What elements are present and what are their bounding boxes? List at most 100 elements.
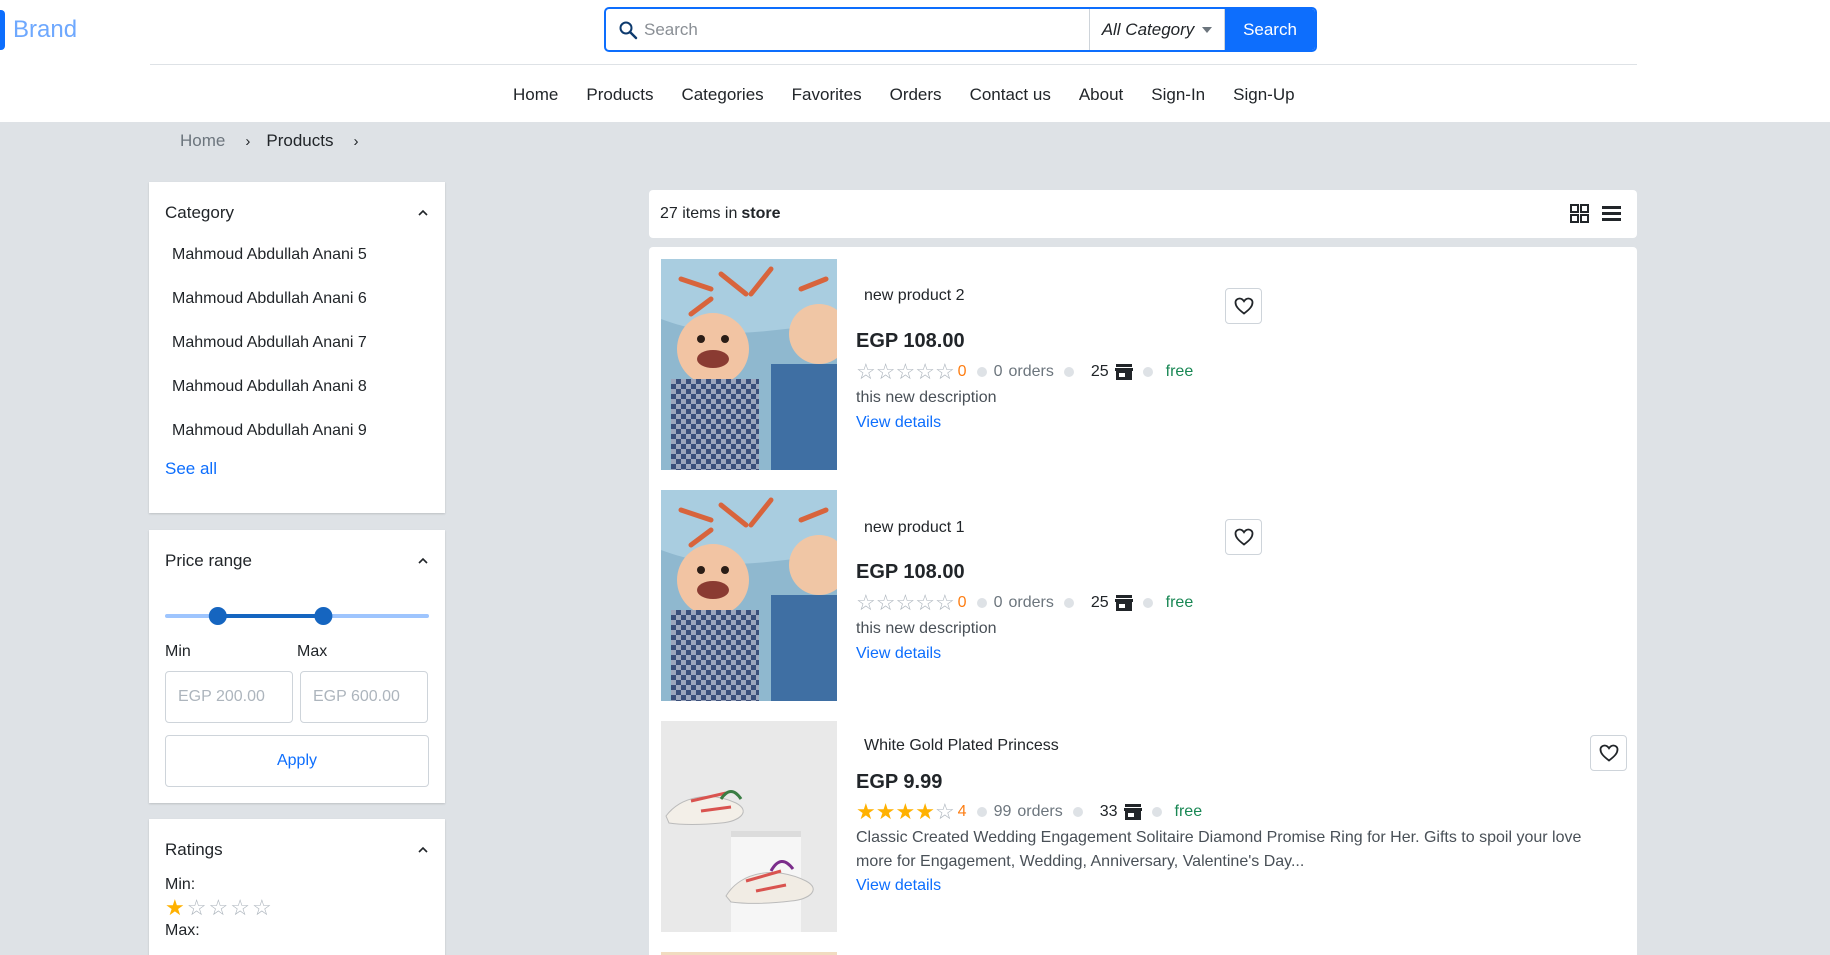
nav-sign-in[interactable]: Sign-In xyxy=(1137,81,1219,109)
list-view-icon[interactable] xyxy=(1602,204,1621,223)
rating-min-label: Min: xyxy=(165,876,196,893)
product-description: Classic Created Wedding Engagement Solit… xyxy=(856,829,1582,870)
items-count: 27 items in xyxy=(660,205,738,222)
category-item[interactable]: Mahmoud Abdullah Anani 9 xyxy=(172,420,445,464)
ratings-filter-header[interactable]: Ratings xyxy=(149,819,445,881)
separator-dot xyxy=(1142,598,1153,608)
separator-dot xyxy=(1142,367,1153,377)
category-item[interactable]: Mahmoud Abdullah Anani 5 xyxy=(172,244,445,288)
product-title[interactable]: White Gold Plated Princess xyxy=(864,737,1059,755)
orders-label: orders xyxy=(1017,803,1063,820)
rating-max-label: Max: xyxy=(165,922,200,939)
product-title[interactable]: new product 1 xyxy=(864,519,965,537)
product-image[interactable] xyxy=(661,490,837,701)
breadcrumb: Home › Products › xyxy=(180,131,374,151)
breadcrumb-home[interactable]: Home xyxy=(180,131,225,151)
product-title[interactable]: new product 2 xyxy=(864,287,965,305)
grid-view-icon[interactable] xyxy=(1570,204,1589,223)
nav-sign-up[interactable]: Sign-Up xyxy=(1219,81,1308,109)
product-image[interactable] xyxy=(661,259,837,470)
star-empty-icon: ☆ xyxy=(875,359,896,384)
star-empty-icon[interactable]: ☆ xyxy=(252,897,272,919)
stock-count: 25 xyxy=(1090,363,1109,380)
chevron-up-icon xyxy=(418,846,428,853)
see-all-link[interactable]: See all xyxy=(149,459,445,479)
star-empty-icon: ☆ xyxy=(915,590,935,615)
price-filter-title: Price range xyxy=(165,551,252,570)
ratings-filter-title: Ratings xyxy=(165,840,223,859)
store-icon xyxy=(1114,595,1133,611)
search-button[interactable]: Search xyxy=(1225,9,1315,50)
star-filled-icon: ★ xyxy=(875,799,896,824)
favorite-button[interactable] xyxy=(1225,519,1262,555)
search-icon xyxy=(619,21,638,39)
stock-count: 25 xyxy=(1090,594,1109,611)
search-input[interactable] xyxy=(644,19,1074,40)
breadcrumb-current[interactable]: Products xyxy=(266,131,333,151)
view-details-link[interactable]: View details xyxy=(856,877,941,895)
slider-thumb-max[interactable] xyxy=(314,607,333,625)
separator-dot xyxy=(1063,598,1074,608)
star-empty-icon[interactable]: ☆ xyxy=(208,897,228,919)
separator-dot xyxy=(1151,807,1162,817)
shipping-info: free xyxy=(1165,363,1194,380)
chevron-right-icon: › xyxy=(353,132,359,150)
store-icon xyxy=(1114,364,1133,380)
star-empty-icon: ☆ xyxy=(915,359,935,384)
star-filled-icon: ★ xyxy=(856,799,876,824)
star-empty-icon[interactable]: ☆ xyxy=(187,897,207,919)
nav-products[interactable]: Products xyxy=(572,81,667,109)
orders-count: 0 xyxy=(993,594,1003,611)
slider-thumb-min[interactable] xyxy=(208,607,227,625)
star-filled-icon[interactable]: ★ xyxy=(165,897,185,919)
category-filter-header[interactable]: Category xyxy=(149,182,445,244)
search-field xyxy=(606,9,1090,50)
nav-orders[interactable]: Orders xyxy=(876,81,956,109)
view-details-link[interactable]: View details xyxy=(856,645,941,663)
apply-button[interactable]: Apply xyxy=(165,735,429,787)
star-empty-icon[interactable]: ☆ xyxy=(230,897,250,919)
main-nav: Home Products Categories Favorites Order… xyxy=(499,81,1309,109)
brand-name: Brand xyxy=(13,16,78,43)
heart-icon xyxy=(1234,528,1253,546)
shipping-info: free xyxy=(1174,803,1203,820)
min-price-input[interactable] xyxy=(165,671,293,723)
view-toggle xyxy=(1570,204,1621,223)
shipping-info: free xyxy=(1165,594,1194,611)
product-meta: ☆ ☆ ☆ ☆ ☆ 0 0 orders 25 free xyxy=(856,361,1193,383)
chevron-up-icon xyxy=(418,209,428,216)
view-details-link[interactable]: View details xyxy=(856,414,941,432)
favorite-button[interactable] xyxy=(1590,735,1627,771)
separator-dot xyxy=(976,367,987,377)
results-toolbar: 27 items in store xyxy=(649,190,1637,238)
nav-home[interactable]: Home xyxy=(499,81,572,109)
product-price: EGP 9.99 xyxy=(856,771,943,793)
category-select[interactable]: All Category xyxy=(1090,9,1225,50)
orders-count: 99 xyxy=(993,803,1012,820)
star-filled-icon: ★ xyxy=(915,799,935,824)
rating-stars: ☆ ☆ ☆ ☆ ☆ xyxy=(856,592,955,614)
stock-info: 33 xyxy=(1100,803,1142,821)
category-item[interactable]: Mahmoud Abdullah Anani 8 xyxy=(172,376,445,420)
product-description: this new description xyxy=(856,620,997,637)
header: Brand All Category Search Home Products … xyxy=(0,0,1830,122)
stock-info: 25 xyxy=(1091,363,1133,381)
rating-value: 4 xyxy=(957,803,967,820)
nav-contact[interactable]: Contact us xyxy=(956,81,1065,109)
orders-count: 0 xyxy=(993,363,1003,380)
brand-logo[interactable]: Brand xyxy=(0,10,77,50)
price-filter-header[interactable]: Price range xyxy=(149,530,445,592)
max-price-input[interactable] xyxy=(300,671,428,723)
category-item[interactable]: Mahmoud Abdullah Anani 6 xyxy=(172,288,445,332)
star-empty-icon: ☆ xyxy=(934,359,955,384)
category-item[interactable]: Mahmoud Abdullah Anani 7 xyxy=(172,332,445,376)
nav-favorites[interactable]: Favorites xyxy=(778,81,876,109)
rating-min-stars[interactable]: ★ ☆ ☆ ☆ ☆ xyxy=(149,897,445,919)
nav-categories[interactable]: Categories xyxy=(667,81,777,109)
price-range-slider[interactable] xyxy=(165,604,429,628)
product-image[interactable] xyxy=(661,721,837,932)
favorite-button[interactable] xyxy=(1225,288,1262,324)
nav-about[interactable]: About xyxy=(1065,81,1137,109)
price-filter-card: Price range Min Max Apply xyxy=(149,530,445,803)
header-divider xyxy=(150,64,1637,65)
